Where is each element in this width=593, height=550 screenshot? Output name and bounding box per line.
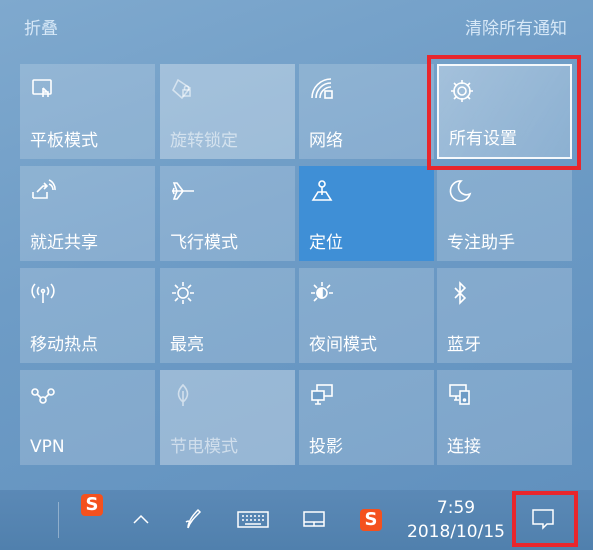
tile-label: 投影 [309,437,343,457]
nearby-share-icon [30,178,56,204]
tile-location[interactable]: 定位 [299,166,434,261]
connect-icon [447,382,473,408]
clear-all-notifications-link[interactable]: 清除所有通知 [465,14,567,39]
airplane-icon [170,178,196,204]
network-icon [309,76,335,102]
rotation-lock-icon [170,76,196,102]
keyboard-icon[interactable] [236,504,270,534]
highlight-box-settings [427,55,581,170]
project-icon [309,382,335,408]
brightness-icon [170,280,196,306]
tile-tablet-mode[interactable]: 平板模式 [20,64,155,159]
tile-label: 定位 [309,233,343,253]
night-light-icon [309,280,335,306]
tile-mobile-hotspot[interactable]: 移动热点 [20,268,155,363]
tile-label: 旋转锁定 [170,131,238,151]
tile-rotation-lock[interactable]: 旋转锁定 [160,64,295,159]
tablet-mode-icon [30,76,56,102]
tile-brightness[interactable]: 最亮 [160,268,295,363]
tile-focus-assist[interactable]: 专注助手 [437,166,572,261]
clock-time: 7:59 [436,498,476,518]
location-icon [309,178,335,204]
tile-network[interactable]: 网络 [299,64,434,159]
tile-label: 节电模式 [170,437,238,457]
tile-night-light[interactable]: 夜间模式 [299,268,434,363]
bluetooth-icon [447,280,473,306]
tile-label: VPN [30,437,65,457]
pen-icon[interactable] [178,504,208,534]
tile-label: 连接 [447,437,481,457]
sogou-ime-icon[interactable]: S [81,494,103,516]
collapse-link[interactable]: 折叠 [24,14,58,39]
tile-label: 就近共享 [30,233,98,253]
taskbar: S S 7:59 2018/10/15 [0,490,593,550]
tile-label: 飞行模式 [170,233,238,253]
tile-label: 平板模式 [30,131,98,151]
chevron-up-icon[interactable] [126,504,156,534]
taskbar-separator [58,502,59,538]
hotspot-icon [30,280,56,306]
tile-battery-saver[interactable]: 节电模式 [160,370,295,465]
tile-label: 专注助手 [447,233,515,253]
clock-date: 2018/10/15 [407,522,505,542]
highlight-box-action-center [512,491,578,547]
tile-label: 最亮 [170,335,204,355]
tile-label: 移动热点 [30,335,98,355]
tile-nearby-share[interactable]: 就近共享 [20,166,155,261]
tile-label: 蓝牙 [447,335,481,355]
tile-label: 网络 [309,131,343,151]
touchpad-icon[interactable] [299,504,329,534]
battery-saver-icon [170,382,196,408]
tile-bluetooth[interactable]: 蓝牙 [437,268,572,363]
sogou-ime-icon[interactable]: S [360,509,382,531]
tile-label: 夜间模式 [309,335,377,355]
tile-vpn[interactable]: VPN [20,370,155,465]
tile-airplane-mode[interactable]: 飞行模式 [160,166,295,261]
tile-project[interactable]: 投影 [299,370,434,465]
taskbar-clock[interactable]: 7:59 2018/10/15 [400,496,512,544]
moon-icon [447,178,473,204]
vpn-icon [30,382,56,408]
tile-connect[interactable]: 连接 [437,370,572,465]
